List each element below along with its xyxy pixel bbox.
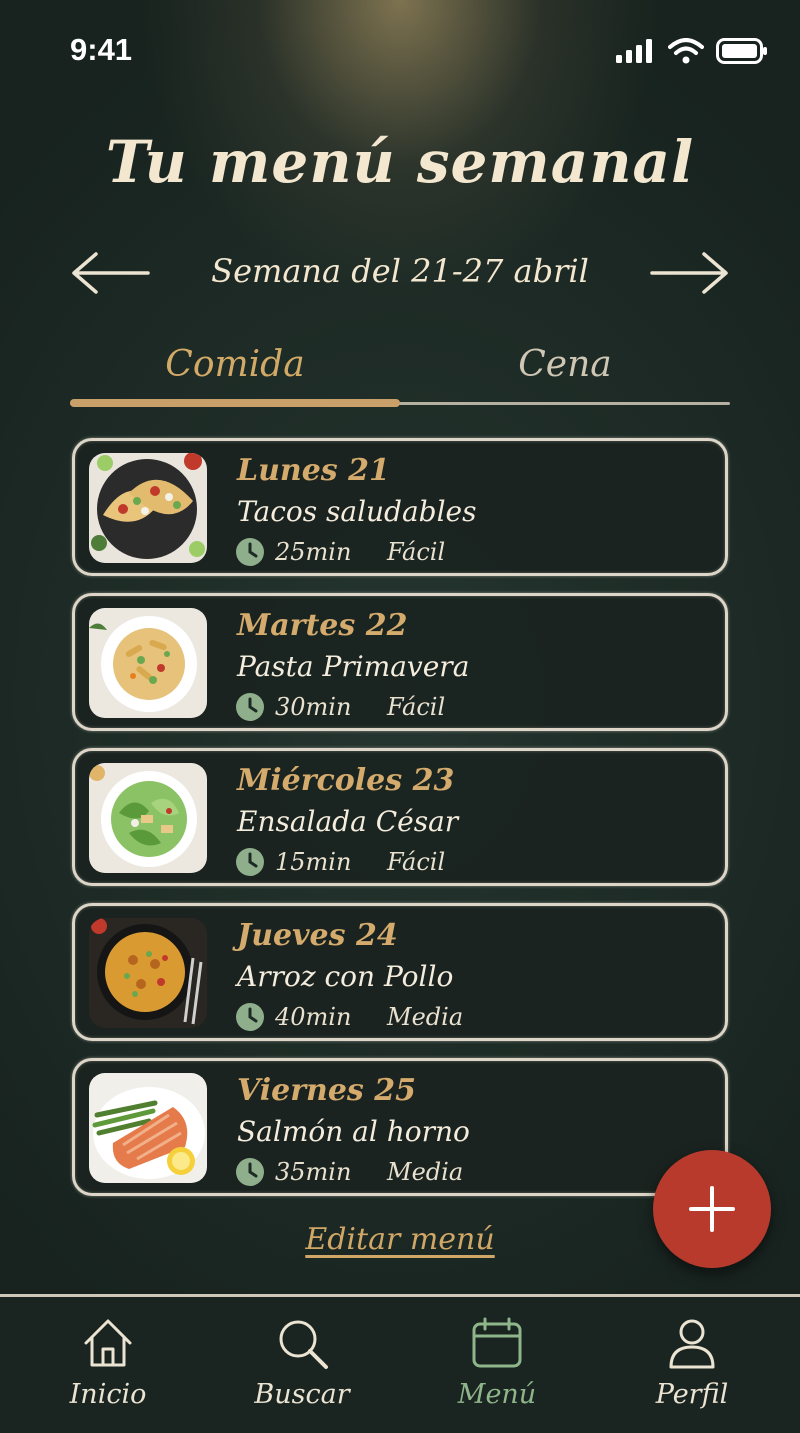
card-meta: 15min Fácil <box>235 847 445 877</box>
card-meta: 35min Media <box>235 1157 463 1187</box>
status-icons <box>616 38 768 64</box>
page-title: Tu menú semanal <box>105 128 695 196</box>
card-time: 25min <box>275 538 352 566</box>
card-difficulty: Media <box>387 1003 464 1031</box>
card-day: Miércoles 23 <box>237 763 455 798</box>
card-dish: Tacos saludables <box>237 495 477 528</box>
menu-card-jueves[interactable]: Jueves 24 Arroz con Pollo 40min Media <box>72 903 728 1041</box>
week-navigator: Semana del 21-27 abril <box>0 246 800 302</box>
nav-item-buscar[interactable]: Buscar <box>222 1315 382 1425</box>
nav-item-inicio[interactable]: Inicio <box>28 1315 188 1425</box>
nav-label: Buscar <box>254 1379 350 1410</box>
menu-card-lunes[interactable]: Lunes 21 Tacos saludables 25min Fácil <box>72 438 728 576</box>
card-day: Martes 22 <box>237 608 408 643</box>
card-day: Viernes 25 <box>237 1073 417 1108</box>
add-button[interactable] <box>653 1150 771 1268</box>
tab-active-indicator <box>70 399 400 407</box>
calendar-icon <box>472 1317 522 1368</box>
salad-image <box>89 763 207 873</box>
card-time: 40min <box>275 1003 352 1031</box>
menu-card-viernes[interactable]: Viernes 25 Salmón al horno 35min Media <box>72 1058 728 1196</box>
next-week-arrow-icon[interactable] <box>648 248 732 298</box>
week-label: Semana del 21-27 abril <box>211 252 589 290</box>
search-icon <box>279 1320 328 1369</box>
card-time: 30min <box>275 693 352 721</box>
tab-comida[interactable]: Comida <box>70 336 400 400</box>
card-time: 35min <box>275 1158 352 1186</box>
bottom-nav: Inicio Buscar Menú Perfil <box>0 1294 800 1433</box>
card-meta: 25min Fácil <box>235 537 445 567</box>
prev-week-arrow-icon[interactable] <box>68 248 152 298</box>
card-dish: Salmón al horno <box>237 1115 470 1148</box>
meal-tabs: Comida Cena <box>70 336 730 410</box>
card-difficulty: Fácil <box>387 848 446 876</box>
card-time: 15min <box>275 848 352 876</box>
card-dish: Arroz con Pollo <box>237 960 454 993</box>
card-meta: 40min Media <box>235 1002 463 1032</box>
nav-label: Perfil <box>655 1379 729 1410</box>
menu-card-martes[interactable]: Martes 22 Pasta Primavera 30min Fácil <box>72 593 728 731</box>
home-icon <box>84 1319 132 1367</box>
plus-icon <box>689 1186 735 1232</box>
clock-icon <box>236 1003 264 1031</box>
menu-card-miercoles[interactable]: Miércoles 23 Ensalada César 15min Fácil <box>72 748 728 886</box>
signal-icon <box>616 39 652 63</box>
screen: 9:41 Tu menú semanal Semana del 21-27 ab… <box>0 0 800 1433</box>
card-dish: Ensalada César <box>237 805 459 838</box>
card-day: Lunes 21 <box>237 453 390 488</box>
nav-item-perfil[interactable]: Perfil <box>612 1315 772 1425</box>
pasta-image <box>89 608 207 718</box>
card-difficulty: Fácil <box>387 538 446 566</box>
status-bar: 9:41 <box>0 28 800 78</box>
clock-icon <box>236 848 264 876</box>
tab-cena[interactable]: Cena <box>400 336 730 400</box>
card-day: Jueves 24 <box>237 918 398 953</box>
card-difficulty: Media <box>387 1158 464 1186</box>
nav-label: Menú <box>457 1379 537 1410</box>
nav-label: Inicio <box>69 1379 147 1410</box>
nav-item-menu[interactable]: Menú <box>417 1315 577 1425</box>
battery-icon <box>716 38 767 64</box>
wifi-icon <box>668 38 704 64</box>
card-difficulty: Fácil <box>387 693 446 721</box>
status-time: 9:41 <box>70 32 133 67</box>
card-meta: 30min Fácil <box>235 692 445 722</box>
clock-icon <box>236 538 264 566</box>
clock-icon <box>236 693 264 721</box>
clock-icon <box>236 1158 264 1186</box>
tacos-image <box>89 453 207 563</box>
edit-menu-link[interactable]: Editar menú <box>305 1222 494 1257</box>
rice-image <box>89 918 207 1028</box>
salmon-image <box>89 1073 207 1183</box>
card-dish: Pasta Primavera <box>237 650 470 683</box>
user-icon <box>669 1319 715 1369</box>
